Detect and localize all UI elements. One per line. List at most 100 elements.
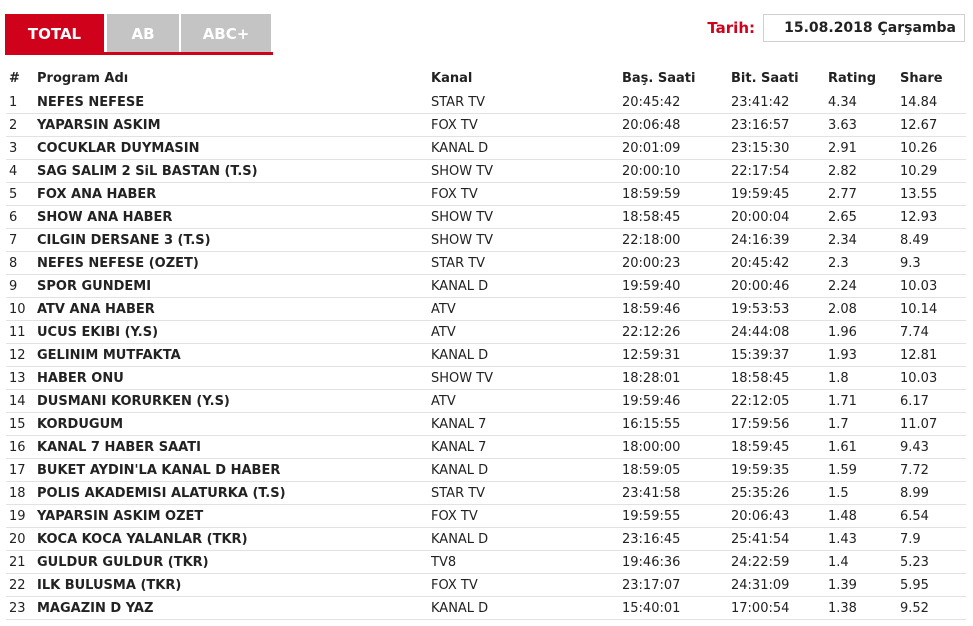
cell-start-time: 20:45:42 bbox=[619, 91, 728, 114]
cell-start-time: 23:16:45 bbox=[619, 527, 728, 551]
cell-start-time: 18:59:05 bbox=[619, 458, 728, 482]
cell-start-time: 22:12:26 bbox=[619, 320, 728, 344]
cell-program: SPOR GUNDEMI bbox=[34, 274, 428, 298]
cell-rating: 1.61 bbox=[825, 435, 897, 459]
table-row: 5 FOX ANA HABER FOX TV 18:59:59 19:59:45 2.77… bbox=[6, 182, 966, 206]
date-label: Tarih: bbox=[707, 19, 755, 37]
cell-end-time: 17:59:56 bbox=[728, 412, 825, 436]
cell-channel: SHOW TV bbox=[428, 159, 619, 183]
cell-start-time: 20:06:48 bbox=[619, 113, 728, 137]
cell-program: FOX ANA HABER bbox=[34, 182, 428, 206]
table-row: 6 SHOW ANA HABER SHOW TV 18:58:45 20:00:04 2.… bbox=[6, 205, 966, 229]
cell-share: 7.9 bbox=[897, 527, 966, 551]
cell-channel: FOX TV bbox=[428, 113, 619, 137]
cell-rank: 8 bbox=[6, 251, 34, 275]
cell-rank: 10 bbox=[6, 297, 34, 321]
cell-rank: 14 bbox=[6, 389, 34, 413]
tab-abc-plus[interactable]: ABC+ bbox=[181, 14, 271, 54]
cell-program: NEFES NEFESE (OZET) bbox=[34, 251, 428, 275]
cell-start-time: 20:01:09 bbox=[619, 136, 728, 160]
cell-end-time: 19:59:45 bbox=[728, 182, 825, 206]
cell-share: 10.26 bbox=[897, 136, 966, 160]
cell-program: GULDUR GULDUR (TKR) bbox=[34, 550, 428, 574]
cell-share: 9.43 bbox=[897, 435, 966, 459]
cell-start-time: 23:41:58 bbox=[619, 481, 728, 505]
cell-rank: 2 bbox=[6, 113, 34, 137]
cell-channel: ATV bbox=[428, 320, 619, 344]
cell-share: 6.17 bbox=[897, 389, 966, 413]
cell-rank: 3 bbox=[6, 136, 34, 160]
tab-total[interactable]: TOTAL bbox=[5, 14, 104, 54]
cell-end-time: 24:22:59 bbox=[728, 550, 825, 574]
cell-program: SAG SALIM 2 SiL BASTAN (T.S) bbox=[34, 159, 428, 183]
cell-start-time: 19:59:40 bbox=[619, 274, 728, 298]
header-rating: Rating bbox=[828, 70, 877, 86]
cell-channel: KANAL D bbox=[428, 343, 619, 367]
cell-channel: KANAL 7 bbox=[428, 412, 619, 436]
table-row: 14 DUSMANI KORURKEN (Y.S) ATV 19:59:46 22:12… bbox=[6, 389, 966, 413]
cell-rank: 22 bbox=[6, 573, 34, 597]
cell-channel: ATV bbox=[428, 297, 619, 321]
cell-rating: 1.71 bbox=[825, 389, 897, 413]
table-row: 15 KORDUGUM KANAL 7 16:15:55 17:59:56 1.7 11.0… bbox=[6, 412, 966, 436]
cell-rank: 13 bbox=[6, 366, 34, 390]
cell-channel: STAR TV bbox=[428, 251, 619, 275]
cell-channel: FOX TV bbox=[428, 573, 619, 597]
cell-share: 10.29 bbox=[897, 159, 966, 183]
date-field[interactable]: 15.08.2018 Çarşamba bbox=[763, 14, 965, 42]
cell-program: NEFES NEFESE bbox=[34, 91, 428, 114]
cell-rank: 9 bbox=[6, 274, 34, 298]
cell-rank: 6 bbox=[6, 205, 34, 229]
cell-start-time: 15:40:01 bbox=[619, 596, 728, 620]
cell-rank: 1 bbox=[6, 91, 34, 114]
cell-program: HABER ONU bbox=[34, 366, 428, 390]
cell-channel: SHOW TV bbox=[428, 228, 619, 252]
cell-share: 8.49 bbox=[897, 228, 966, 252]
cell-channel: KANAL D bbox=[428, 136, 619, 160]
date-selector: Tarih: 15.08.2018 Çarşamba bbox=[707, 14, 965, 42]
cell-end-time: 23:16:57 bbox=[728, 113, 825, 137]
cell-rank: 11 bbox=[6, 320, 34, 344]
cell-channel: KANAL D bbox=[428, 458, 619, 482]
table-row: 4 SAG SALIM 2 SiL BASTAN (T.S) SHOW TV 20:0… bbox=[6, 159, 966, 183]
cell-rank: 23 bbox=[6, 596, 34, 620]
cell-start-time: 20:00:10 bbox=[619, 159, 728, 183]
cell-rating: 1.7 bbox=[825, 412, 897, 436]
cell-share: 7.74 bbox=[897, 320, 966, 344]
cell-end-time: 24:16:39 bbox=[728, 228, 825, 252]
cell-program: YAPARSIN ASKIM OZET bbox=[34, 504, 428, 528]
cell-rank: 12 bbox=[6, 343, 34, 367]
cell-end-time: 19:59:35 bbox=[728, 458, 825, 482]
cell-channel: FOX TV bbox=[428, 504, 619, 528]
cell-end-time: 24:44:08 bbox=[728, 320, 825, 344]
cell-rating: 3.63 bbox=[825, 113, 897, 137]
cell-channel: KANAL D bbox=[428, 596, 619, 620]
cell-rating: 2.34 bbox=[825, 228, 897, 252]
cell-rank: 18 bbox=[6, 481, 34, 505]
cell-rating: 4.34 bbox=[825, 91, 897, 114]
cell-share: 10.14 bbox=[897, 297, 966, 321]
cell-end-time: 23:15:30 bbox=[728, 136, 825, 160]
table-row: 19 YAPARSIN ASKIM OZET FOX TV 19:59:55 20:06… bbox=[6, 504, 966, 528]
tab-ab[interactable]: AB bbox=[107, 14, 179, 54]
table-row: 17 BUKET AYDIN'LA KANAL D HABER KANAL D 18:… bbox=[6, 458, 966, 482]
cell-rank: 15 bbox=[6, 412, 34, 436]
cell-start-time: 18:59:59 bbox=[619, 182, 728, 206]
cell-rank: 17 bbox=[6, 458, 34, 482]
cell-rank: 4 bbox=[6, 159, 34, 183]
cell-rating: 1.38 bbox=[825, 596, 897, 620]
table-row: 11 UCUS EKIBI (Y.S) ATV 22:12:26 24:44:08 1.9… bbox=[6, 320, 966, 344]
table-row: 7 CILGIN DERSANE 3 (T.S) SHOW TV 22:18:00 24… bbox=[6, 228, 966, 252]
header-rank: # bbox=[9, 70, 20, 86]
cell-program: YAPARSIN ASKIM bbox=[34, 113, 428, 137]
cell-program: POLIS AKADEMISI ALATURKA (T.S) bbox=[34, 481, 428, 505]
cell-start-time: 18:00:00 bbox=[619, 435, 728, 459]
table-row: 10 ATV ANA HABER ATV 18:59:46 19:53:53 2.08 10… bbox=[6, 297, 966, 321]
cell-end-time: 19:53:53 bbox=[728, 297, 825, 321]
cell-share: 12.93 bbox=[897, 205, 966, 229]
cell-end-time: 22:17:54 bbox=[728, 159, 825, 183]
cell-start-time: 19:59:55 bbox=[619, 504, 728, 528]
cell-share: 14.84 bbox=[897, 91, 966, 114]
table-row: 3 COCUKLAR DUYMASIN KANAL D 20:01:09 23:15:3… bbox=[6, 136, 966, 160]
header-share: Share bbox=[900, 70, 943, 86]
